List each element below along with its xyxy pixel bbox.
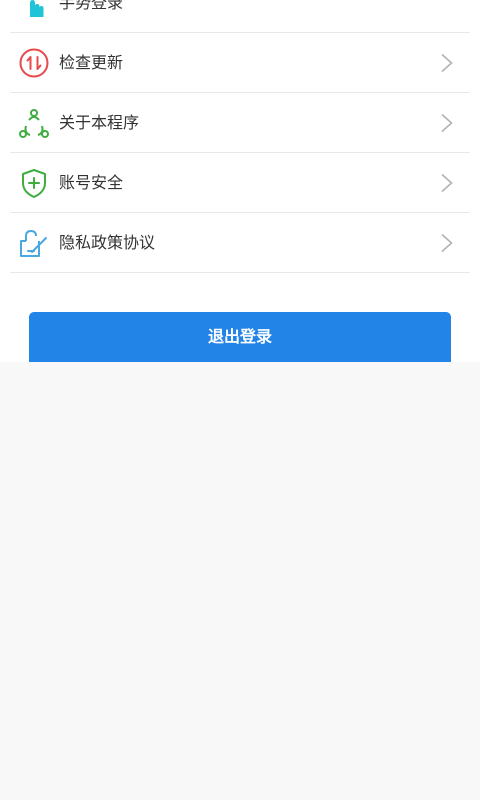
settings-item-account-security[interactable]: 账号安全 xyxy=(10,153,470,213)
settings-item-label: 检查更新 xyxy=(59,53,124,72)
update-arrows-icon xyxy=(18,47,50,79)
settings-item-gesture-login[interactable]: 手势登录 xyxy=(10,0,470,33)
settings-item-about[interactable]: 关于本程序 xyxy=(10,93,470,153)
chevron-right-icon xyxy=(440,53,454,73)
shield-plus-icon xyxy=(18,167,50,199)
chevron-right-icon xyxy=(440,233,454,253)
about-nodes-icon xyxy=(18,107,50,139)
settings-item-check-update[interactable]: 检查更新 xyxy=(10,33,470,93)
settings-item-label: 关于本程序 xyxy=(59,113,140,132)
settings-item-label: 手势登录 xyxy=(59,0,124,12)
privacy-edit-icon xyxy=(18,227,50,259)
settings-panel: 手势登录 检查更新 关于本程序 账号安全 隐私政策协议 退出登录 xyxy=(0,0,480,362)
settings-item-privacy-policy[interactable]: 隐私政策协议 xyxy=(10,213,470,273)
chevron-right-icon xyxy=(440,113,454,133)
gesture-hand-icon xyxy=(18,0,50,19)
settings-item-label: 账号安全 xyxy=(59,173,124,192)
settings-item-label: 隐私政策协议 xyxy=(59,233,156,252)
chevron-right-icon xyxy=(440,173,454,193)
logout-button[interactable]: 退出登录 xyxy=(29,312,451,362)
